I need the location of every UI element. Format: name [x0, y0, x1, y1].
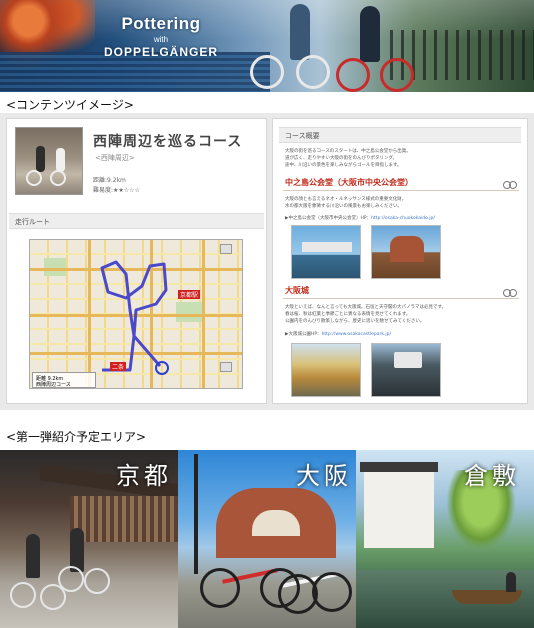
- brand-with: with: [153, 35, 169, 44]
- overview-bar: コース概要: [279, 127, 521, 143]
- bicycle-wheel: [84, 568, 110, 594]
- map-pin-label: 京都駅: [178, 290, 201, 299]
- course-thumbnail: [15, 127, 83, 195]
- overview-intro-line: 道が広く、走りやすい大阪の街をのんびりポタリング。: [285, 156, 398, 161]
- spot-text-line: 大阪の顔とも言えるネオ・ルネッサンス様式の重要文化財。: [285, 197, 407, 202]
- banner-rider: [290, 4, 310, 60]
- bicycle-icon: [503, 287, 517, 297]
- bicycle-icon: [503, 179, 517, 189]
- spot-text-line: 春は桜、秋は紅葉と季節ごとに異なる表情を見せてくれます。: [285, 312, 411, 317]
- spot-link-url[interactable]: http://osaka-chuokokaido.jp/: [371, 216, 435, 221]
- spot-text-line: 水の都大阪を象徴する川沿いの風景もお楽しみください。: [285, 204, 402, 209]
- kurashiki-storehouse: [364, 468, 434, 548]
- section-heading-content-image: <コンテンツイメージ>: [6, 98, 134, 112]
- area-name: 大阪: [296, 462, 352, 490]
- area-photo-kurashiki[interactable]: 倉敷: [356, 450, 534, 628]
- area-photo-kyoto[interactable]: 京都: [0, 450, 178, 628]
- bicycle-wheel: [50, 170, 66, 186]
- rider-figure: [36, 146, 45, 172]
- spot-link-prefix: ▶中之島公会堂（大阪市中央公会堂）HP：: [285, 216, 372, 221]
- spot-title: 中之島公会堂（大阪市中央公会堂）: [285, 178, 413, 187]
- kurashiki-boatman: [506, 572, 516, 592]
- spot-title: 大阪城: [285, 286, 309, 295]
- spot-text-line: 大阪といえば、なんと言っても大阪城。石垣と天守閣の大パノラマは必見です。: [285, 305, 447, 310]
- route-line: [100, 260, 169, 375]
- header-banner: Pottering with DOPPELGÄNGER: [0, 0, 534, 92]
- area-name: 京都: [116, 462, 172, 490]
- area-name: 倉敷: [464, 462, 520, 490]
- route-map[interactable]: 京都駅 二条 距離 9.2km 西陣周辺コース: [29, 239, 243, 389]
- kyoto-lattice: [70, 496, 178, 542]
- spot-link[interactable]: ▶中之島公会堂（大阪市中央公会堂）HP：http://osaka-chuokok…: [285, 215, 435, 221]
- banner-bicycle-wheel: [380, 58, 414, 92]
- spot-link-url[interactable]: http://www.osakacastlepark.jp/: [322, 332, 391, 337]
- map-zoom-control[interactable]: [220, 244, 232, 254]
- banner-bicycle-wheel: [296, 55, 330, 89]
- banner-rider: [360, 6, 380, 62]
- spot-link[interactable]: ▶大阪城公園HP：http://www.osakacastlepark.jp/: [285, 331, 391, 337]
- spot-photo: [371, 225, 441, 279]
- spot-heading: 大阪城: [283, 285, 519, 299]
- overview-label: コース概要: [285, 132, 320, 140]
- spot-text-line: 公園内をのんびり散策しながら、歴史に思いを馳せてみてください。: [285, 319, 425, 324]
- course-title: 西陣周辺を巡るコース: [93, 134, 243, 150]
- section-heading-areas: <第一弾紹介予定エリア>: [6, 430, 147, 444]
- content-image: 西陣周辺を巡るコース <西陣周辺> 距離:9.2km 難易度:★★☆☆☆ 走行ル…: [0, 113, 534, 410]
- overview-panel: コース概要 大阪の街を巡るコースのスタートは、中之島公会堂から出発。 道が広く、…: [272, 118, 528, 404]
- map-scroll-control[interactable]: [220, 362, 232, 372]
- kurashiki-roof: [360, 462, 438, 472]
- course-difficulty: 難易度:★★☆☆☆: [93, 187, 140, 194]
- osaka-hall-window: [252, 510, 300, 536]
- spot-heading: 中之島公会堂（大阪市中央公会堂）: [283, 177, 519, 191]
- bicycle-wheel: [312, 572, 352, 612]
- brand-subtitle: DOPPELGÄNGER: [103, 45, 218, 59]
- osaka-street-lamp: [194, 454, 198, 574]
- overview-intro-line: 大阪の街を巡るコースのスタートは、中之島公会堂から出発。: [285, 149, 411, 154]
- rider-figure: [56, 148, 65, 172]
- map-legend: 距離 9.2km 西陣周辺コース: [32, 372, 96, 388]
- banner-bicycle-wheel: [250, 55, 284, 89]
- route-bar: 走行ルート: [9, 213, 264, 229]
- area-photo-osaka[interactable]: 大阪: [178, 450, 356, 628]
- bicycle-wheel: [200, 568, 240, 608]
- brand-logo: Pottering with DOPPELGÄNGER: [96, 14, 226, 59]
- bicycle-wheel: [26, 170, 42, 186]
- bicycle-wheel: [58, 566, 84, 592]
- spot-photo: [371, 343, 441, 397]
- banner-bicycle-wheel: [336, 58, 370, 92]
- kurashiki-boat: [452, 590, 522, 604]
- bicycle-wheel: [10, 582, 36, 608]
- spot-photo: [291, 225, 361, 279]
- course-panel: 西陣周辺を巡るコース <西陣周辺> 距離:9.2km 難易度:★★☆☆☆ 走行ル…: [6, 118, 267, 404]
- course-subtitle: <西陣周辺>: [95, 154, 135, 162]
- legend-line: 西陣周辺コース: [36, 382, 71, 388]
- spot-link-prefix: ▶大阪城公園HP：: [285, 332, 322, 337]
- route-label: 走行ルート: [15, 218, 50, 226]
- spot-photo: [291, 343, 361, 397]
- map-pin-label: 二条: [110, 362, 127, 371]
- kyoto-rider: [26, 534, 40, 578]
- brand-title: Pottering: [121, 14, 201, 33]
- course-distance: 距離:9.2km: [93, 177, 126, 184]
- overview-intro-line: 途中、川沿いの景色を楽しみながらゴールを目指します。: [285, 163, 402, 168]
